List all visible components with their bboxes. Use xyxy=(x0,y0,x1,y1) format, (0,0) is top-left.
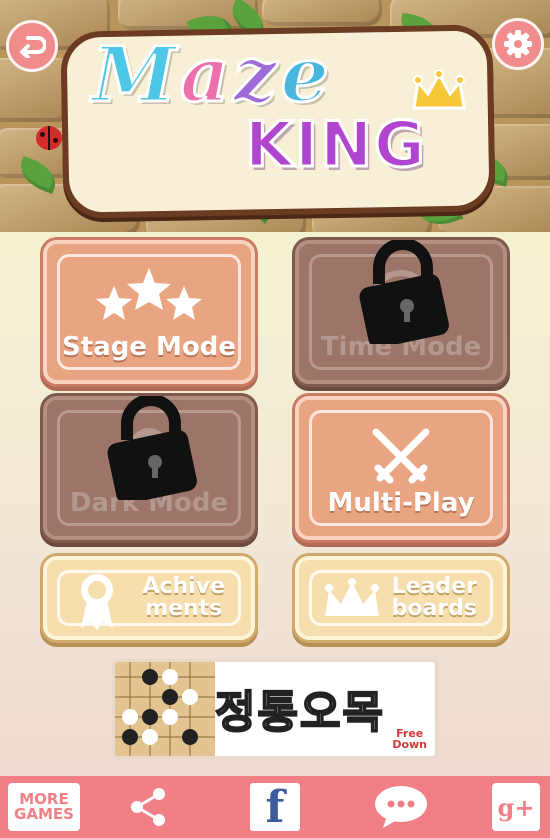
label-line: ments xyxy=(145,596,223,621)
free-line: Down xyxy=(392,738,427,751)
share-button[interactable] xyxy=(124,783,172,831)
gear-icon xyxy=(504,30,532,58)
ad-banner[interactable]: 정통오목 Free Down xyxy=(112,659,438,759)
leaderboards-button[interactable]: Leader boards xyxy=(295,556,507,640)
banner-free-badge: Free Down xyxy=(392,728,427,750)
go-board-image xyxy=(115,662,215,756)
stone xyxy=(262,0,382,26)
stage-mode-button[interactable]: Stage Mode xyxy=(43,240,255,384)
logo-king: KING xyxy=(244,107,427,183)
stars-icon xyxy=(96,268,202,320)
bottom-bar: MORE GAMES f g+ xyxy=(0,776,550,838)
logo-letter: e xyxy=(279,29,333,121)
logo-letter: z xyxy=(232,29,281,121)
ladybug-icon xyxy=(36,126,62,150)
label-line: Achive xyxy=(142,574,225,599)
chat-button[interactable] xyxy=(372,783,430,831)
logo-letter: M xyxy=(90,29,181,121)
chat-bubble-icon xyxy=(375,786,427,828)
share-icon xyxy=(131,788,165,826)
more-games-line: GAMES xyxy=(14,805,74,823)
more-games-button[interactable]: MORE GAMES xyxy=(8,783,80,831)
back-arrow-icon xyxy=(20,36,46,58)
crown-icon xyxy=(412,70,466,110)
settings-button[interactable] xyxy=(492,18,544,70)
stage-mode-label: Stage Mode xyxy=(62,332,236,362)
back-button[interactable] xyxy=(6,20,58,72)
dark-mode-button[interactable]: Dark Mode xyxy=(43,396,255,540)
achievements-button[interactable]: Achive ments xyxy=(43,556,255,640)
logo-maze: Maze xyxy=(90,29,333,121)
lock-icon xyxy=(359,240,449,344)
facebook-button[interactable]: f xyxy=(250,782,300,833)
header-stone-wall: Maze KING xyxy=(0,0,550,232)
multi-play-label: Multi-Play xyxy=(327,488,475,518)
leaderboards-label: Leader boards xyxy=(392,576,477,620)
lock-icon xyxy=(107,396,197,500)
label-line: boards xyxy=(391,596,477,621)
multi-play-button[interactable]: Multi-Play xyxy=(295,396,507,540)
medal-icon xyxy=(81,574,113,630)
google-plus-button[interactable]: g+ xyxy=(492,783,540,831)
time-mode-button[interactable]: Time Mode xyxy=(295,240,507,384)
achievements-label: Achive ments xyxy=(142,576,225,620)
label-line: Leader xyxy=(391,574,477,599)
crown-icon xyxy=(325,578,379,616)
banner-title: 정통오목 xyxy=(214,686,385,739)
crossed-swords-icon xyxy=(372,428,430,484)
logo-letter: a xyxy=(179,29,234,121)
